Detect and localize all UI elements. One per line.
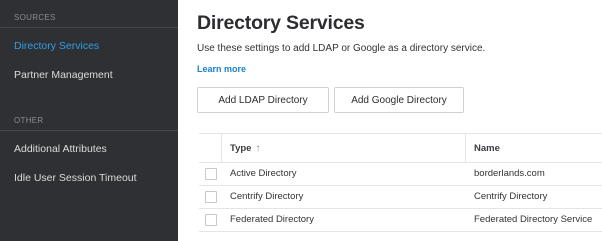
cell-type: Federated Directory: [230, 214, 314, 225]
sidebar-section-sources: SOURCES: [14, 13, 56, 22]
page-title: Directory Services: [197, 12, 365, 34]
sidebar-section-other: OTHER: [14, 116, 44, 125]
cell-type: Centrify Directory: [230, 191, 304, 202]
add-ldap-directory-button[interactable]: Add LDAP Directory: [197, 87, 329, 113]
sidebar-divider: [0, 27, 178, 28]
sidebar-divider: [0, 130, 178, 131]
column-divider: [465, 133, 466, 163]
sidebar-item-idle-user-session-timeout[interactable]: Idle User Session Timeout: [14, 172, 137, 184]
cell-name: borderlands.com: [474, 168, 545, 179]
sidebar-item-directory-services[interactable]: Directory Services: [14, 40, 99, 52]
table-row[interactable]: Active Directory borderlands.com: [199, 163, 602, 185]
add-google-directory-button[interactable]: Add Google Directory: [334, 87, 464, 113]
sidebar: SOURCES Directory Services Partner Manag…: [0, 0, 178, 241]
cell-type: Active Directory: [230, 168, 297, 179]
sidebar-item-partner-management[interactable]: Partner Management: [14, 69, 113, 81]
column-divider: [221, 133, 222, 163]
row-checkbox[interactable]: [205, 191, 217, 203]
page-description: Use these settings to add LDAP or Google…: [197, 43, 486, 54]
main-content: Directory Services Use these settings to…: [178, 0, 602, 241]
column-header-type[interactable]: Type ↑: [230, 143, 260, 154]
column-header-type-label: Type: [230, 143, 252, 154]
sort-ascending-icon: ↑: [255, 143, 261, 154]
row-checkbox[interactable]: [205, 168, 217, 180]
table-row[interactable]: Centrify Directory Centrify Directory: [199, 186, 602, 208]
learn-more-link[interactable]: Learn more: [197, 64, 246, 74]
column-header-name[interactable]: Name: [474, 143, 500, 154]
table-row[interactable]: Federated Directory Federated Directory …: [199, 209, 602, 231]
row-checkbox[interactable]: [205, 214, 217, 226]
sidebar-item-additional-attributes[interactable]: Additional Attributes: [14, 143, 107, 155]
cell-name: Centrify Directory: [474, 191, 548, 202]
table-border: [199, 133, 602, 134]
row-divider: [199, 231, 602, 232]
cell-name: Federated Directory Service: [474, 214, 593, 225]
